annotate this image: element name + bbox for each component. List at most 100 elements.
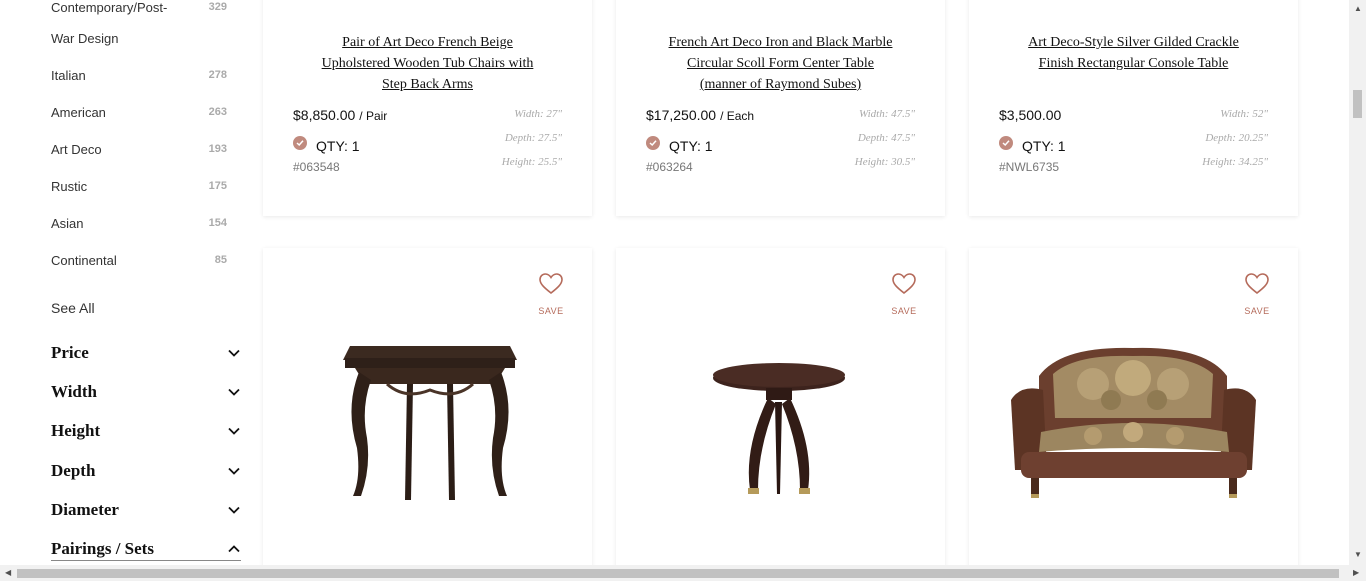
product-title-link[interactable]: Art Deco-Style Silver Gilded Crackle Fin… [989, 32, 1278, 74]
filter-option-count: 278 [208, 69, 227, 81]
heart-icon [892, 273, 916, 295]
product-depth: Depth: 47.5" [857, 132, 915, 144]
product-height: Height: 25.5" [501, 156, 562, 168]
price-value: $3,500.00 [999, 107, 1062, 123]
product-sku: #NWL6735 [999, 160, 1060, 174]
chevron-up-icon [228, 544, 240, 552]
scroll-down-arrow-icon[interactable]: ▼ [1354, 550, 1362, 559]
filter-section-height[interactable]: Height [51, 419, 241, 443]
product-title-line: Pair of Art Deco French Beige [342, 35, 513, 50]
product-title-link[interactable]: French Art Deco Iron and Black Marble Ci… [636, 32, 925, 95]
product-price: $3,500.00 [999, 107, 1065, 123]
chevron-down-icon [228, 467, 240, 475]
product-image-side-table[interactable] [295, 328, 560, 508]
horizontal-scroll-thumb[interactable] [17, 569, 1339, 578]
product-card[interactable]: SAVE [616, 248, 945, 581]
filter-section-label: Depth [51, 461, 96, 480]
filter-option-contemporary[interactable]: Contemporary/Post- 329 [51, 0, 227, 17]
product-qty: QTY: 1 [646, 136, 713, 154]
save-button[interactable]: SAVE [889, 272, 919, 316]
filter-option-label: Rustic [51, 178, 88, 194]
check-icon [646, 136, 660, 150]
product-width: Width: 47.5" [859, 108, 915, 120]
filter-option-count: 263 [208, 106, 227, 118]
product-height: Height: 34.25" [1202, 156, 1268, 168]
filter-sidebar: Contemporary/Post- 329 War Design Italia… [0, 0, 262, 565]
filter-option-rustic[interactable]: Rustic 175 [51, 176, 227, 196]
filter-section-depth[interactable]: Depth [51, 459, 241, 483]
chevron-down-icon [228, 506, 240, 514]
filter-section-pairings-sets[interactable]: Pairings / Sets [51, 537, 241, 561]
scroll-right-arrow-icon[interactable]: ▶ [1353, 568, 1359, 577]
product-width: Width: 27" [514, 108, 562, 120]
check-icon [293, 136, 307, 150]
product-card[interactable]: Pair of Art Deco French Beige Upholstere… [263, 0, 592, 216]
heart-icon [1245, 273, 1269, 295]
product-title-link[interactable]: Pair of Art Deco French Beige Upholstere… [283, 32, 572, 95]
filter-section-label: Width [51, 382, 97, 401]
qty-label: QTY: 1 [1022, 138, 1066, 154]
filter-section-label: Height [51, 421, 101, 440]
product-sku: #063548 [293, 160, 340, 174]
save-button[interactable]: SAVE [1242, 272, 1272, 316]
qty-label: QTY: 1 [669, 138, 713, 154]
qty-label: QTY: 1 [316, 138, 360, 154]
product-sku: #063264 [646, 160, 693, 174]
save-button[interactable]: SAVE [536, 272, 566, 316]
filter-option-label: Art Deco [51, 141, 102, 157]
product-title-line: (manner of Raymond Subes) [699, 77, 862, 92]
product-card[interactable]: French Art Deco Iron and Black Marble Ci… [616, 0, 945, 216]
price-value: $8,850.00 [293, 107, 356, 123]
product-title-line: Art Deco-Style Silver Gilded Crackle [1028, 35, 1239, 50]
product-title-line: Finish Rectangular Console Table [1038, 56, 1229, 71]
product-card[interactable]: SAVE [969, 248, 1298, 581]
filter-section-label: Diameter [51, 500, 119, 519]
save-label: SAVE [538, 306, 564, 316]
filter-option-contemporary-cont[interactable]: War Design [51, 28, 227, 48]
filter-option-label: Italian [51, 67, 86, 83]
product-image-round-table[interactable] [648, 328, 913, 508]
product-title-line: Step Back Arms [382, 77, 473, 92]
product-image-settee[interactable] [1001, 328, 1266, 508]
product-qty: QTY: 1 [999, 136, 1066, 154]
scroll-up-arrow-icon[interactable]: ▲ [1354, 4, 1362, 13]
product-price: $8,850.00/ Pair [293, 107, 387, 123]
save-label: SAVE [891, 306, 917, 316]
vertical-scrollbar[interactable]: ▲ ▼ [1349, 0, 1366, 565]
heart-icon [539, 273, 563, 295]
filter-section-width[interactable]: Width [51, 380, 241, 404]
product-width: Width: 52" [1220, 108, 1268, 120]
product-card[interactable]: Art Deco-Style Silver Gilded Crackle Fin… [969, 0, 1298, 216]
product-price: $17,250.00/ Each [646, 107, 754, 123]
product-qty: QTY: 1 [293, 136, 360, 154]
filter-option-count: 329 [208, 1, 227, 13]
horizontal-scrollbar[interactable]: ◀ ▶ [0, 565, 1366, 581]
vertical-scroll-thumb[interactable] [1353, 90, 1362, 118]
filter-option-italian[interactable]: Italian 278 [51, 65, 227, 85]
filter-section-label: Pairings / Sets [51, 538, 154, 558]
filter-option-asian[interactable]: Asian 154 [51, 213, 227, 233]
filter-option-label: American [51, 104, 106, 120]
product-depth: Depth: 20.25" [1205, 132, 1268, 144]
filter-section-diameter[interactable]: Diameter [51, 498, 241, 522]
filter-option-continental[interactable]: Continental 85 [51, 250, 227, 270]
filter-option-american[interactable]: American 263 [51, 102, 227, 122]
filter-option-count: 85 [214, 254, 227, 266]
filter-option-label: War Design [51, 30, 119, 46]
filter-option-label: Asian [51, 215, 84, 231]
filter-section-price[interactable]: Price [51, 341, 241, 365]
product-title-line: French Art Deco Iron and Black Marble [668, 35, 893, 50]
see-all-link[interactable]: See All [51, 300, 95, 316]
filter-option-count: 154 [208, 217, 227, 229]
price-value: $17,250.00 [646, 107, 717, 123]
filter-option-count: 175 [208, 180, 227, 192]
product-depth: Depth: 27.5" [504, 132, 562, 144]
filter-option-art-deco[interactable]: Art Deco 193 [51, 139, 227, 159]
chevron-down-icon [228, 388, 240, 396]
price-unit: / Each [720, 109, 755, 123]
scroll-left-arrow-icon[interactable]: ◀ [5, 568, 11, 577]
product-card[interactable]: SAVE [263, 248, 592, 581]
chevron-down-icon [228, 427, 240, 435]
chevron-down-icon [228, 349, 240, 357]
filter-option-label: Contemporary/Post- [51, 0, 168, 15]
